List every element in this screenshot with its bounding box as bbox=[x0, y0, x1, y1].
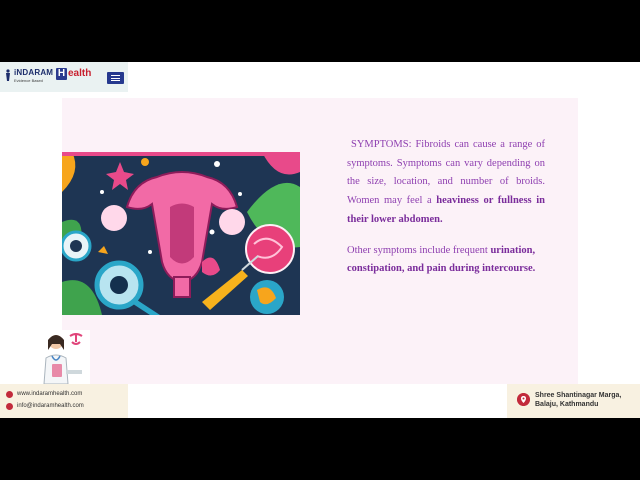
header-logo-bar: iNDARAM Evidence Based H ealth bbox=[0, 62, 128, 92]
address-text: Shree Shantinagar Marga, Balaju, Kathman… bbox=[535, 391, 621, 409]
doctor-avatar bbox=[36, 330, 90, 384]
brand-health-word: ealth bbox=[68, 68, 92, 79]
logo-figure-icon bbox=[6, 69, 10, 81]
uterus-illustration bbox=[62, 152, 300, 315]
symptoms-text: SYMPTOMS: Fibroids can cause a range of … bbox=[347, 136, 545, 279]
brand-tagline: Evidence Based bbox=[14, 78, 43, 83]
symptoms-paragraph-2: Other symptoms include frequent urinatio… bbox=[347, 242, 545, 279]
footer-contact: www.indaramhealth.com info@indaramhealth… bbox=[0, 384, 128, 418]
address-line-2: Balaju, Kathmandu bbox=[535, 401, 599, 408]
address-line-1: Shree Shantinagar Marga, bbox=[535, 392, 622, 399]
footer-address: Shree Shantinagar Marga, Balaju, Kathman… bbox=[507, 384, 640, 418]
globe-icon bbox=[6, 390, 13, 398]
brand-name: iNDARAM bbox=[14, 68, 54, 77]
website-link[interactable]: www.indaramhealth.com bbox=[17, 391, 82, 397]
hamburger-menu-icon bbox=[111, 75, 120, 76]
hamburger-line bbox=[111, 77, 120, 79]
brand-h-mark: H bbox=[56, 68, 67, 80]
hamburger-line bbox=[111, 80, 120, 81]
brand-logo[interactable]: iNDARAM Evidence Based bbox=[4, 66, 58, 88]
email-link[interactable]: info@indaramhealth.com bbox=[17, 403, 84, 409]
location-pin-icon bbox=[517, 393, 530, 406]
mail-icon bbox=[6, 402, 13, 410]
other-symptoms-text: Other symptoms include frequent bbox=[347, 244, 491, 256]
menu-button[interactable] bbox=[107, 72, 124, 84]
symptoms-paragraph-1: SYMPTOMS: Fibroids can cause a range of … bbox=[347, 136, 545, 230]
video-frame: iNDARAM Evidence Based H ealth SYMPTOMS:… bbox=[0, 62, 640, 418]
email-row[interactable]: info@indaramhealth.com bbox=[6, 401, 84, 411]
website-row[interactable]: www.indaramhealth.com bbox=[6, 389, 82, 399]
